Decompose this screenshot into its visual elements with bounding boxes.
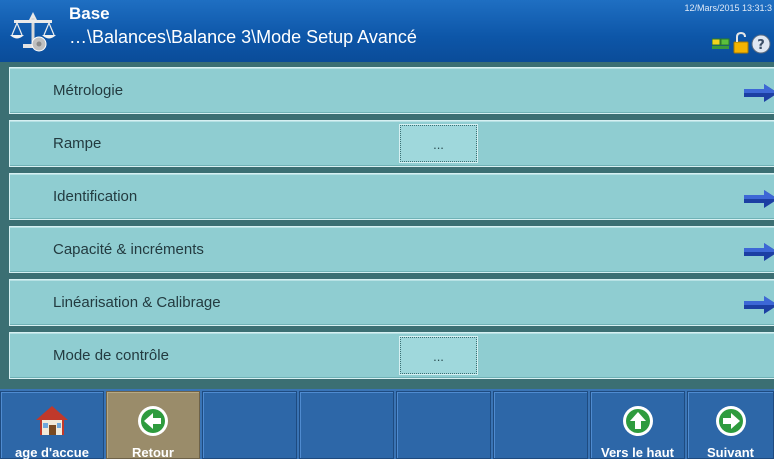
softkey-empty-4[interactable] — [299, 391, 394, 459]
softkey-label: age d'accue — [15, 445, 89, 460]
home-icon — [36, 406, 68, 435]
softkey-label: Suivant — [707, 445, 754, 460]
breadcrumb: …\Balances\Balance 3\Mode Setup Avancé — [69, 27, 417, 47]
menu-item-label: Rampe — [53, 135, 102, 152]
mode-controle-edit-button[interactable]: ... — [400, 337, 477, 374]
softkey-label: Retour — [132, 445, 174, 460]
softkey-bar: age d'accue Retour Vers le haut Suivant — [0, 389, 774, 460]
help-icon: ? — [751, 34, 771, 54]
softkey-empty-5[interactable] — [396, 391, 491, 459]
page-title: Base — [69, 4, 110, 23]
menu-item-label: Métrologie — [53, 82, 124, 99]
menu-item-label: Identification — [53, 188, 138, 205]
menu-item-rampe[interactable]: Rampe ... — [9, 120, 774, 167]
arrow-right-icon — [744, 84, 774, 102]
menu-item-label: Linéarisation & Calibrage — [53, 294, 221, 311]
title-bar: Base …\Balances\Balance 3\Mode Setup Ava… — [0, 0, 774, 62]
arrow-right-icon — [744, 243, 774, 261]
menu-list: Métrologie Rampe ... Identification Capa… — [0, 62, 774, 389]
next-button[interactable]: Suivant — [687, 391, 774, 460]
menu-item-label: Capacité & incréments — [53, 241, 204, 258]
menu-item-mode-controle[interactable]: Mode de contrôle ... — [9, 332, 774, 379]
softkey-empty-6[interactable] — [493, 391, 588, 459]
menu-item-identification[interactable]: Identification — [9, 173, 774, 220]
menu-item-label: Mode de contrôle — [53, 347, 169, 364]
up-arrow-icon — [622, 406, 653, 436]
network-icon — [712, 38, 730, 49]
scroll-up-button[interactable]: Vers le haut — [590, 391, 685, 460]
status-icons: ? — [712, 31, 771, 54]
back-arrow-icon — [138, 406, 168, 436]
menu-item-capacite[interactable]: Capacité & incréments — [9, 226, 774, 273]
date-time: 12/Mars/2015 13:31:3 — [684, 3, 772, 13]
softkey-empty-3[interactable] — [202, 391, 297, 459]
next-arrow-icon — [715, 406, 746, 436]
home-button[interactable]: age d'accue — [0, 391, 104, 460]
back-button[interactable]: Retour — [106, 391, 200, 460]
arrow-right-icon — [744, 190, 774, 208]
arrow-right-icon — [744, 296, 774, 314]
lock-open-icon — [733, 31, 749, 54]
menu-item-linearisation[interactable]: Linéarisation & Calibrage — [9, 279, 774, 326]
scale-logo-icon — [10, 12, 56, 52]
svg-text:?: ? — [757, 38, 765, 53]
rampe-edit-button[interactable]: ... — [400, 125, 477, 162]
menu-item-metrologie[interactable]: Métrologie — [9, 67, 774, 114]
softkey-label: Vers le haut — [601, 445, 674, 460]
